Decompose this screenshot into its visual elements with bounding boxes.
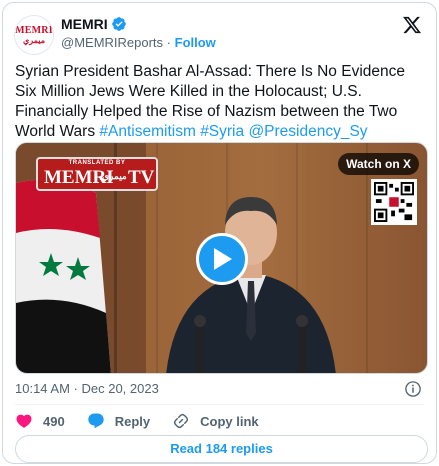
tweet-card: MEMRI ميمري MEMRI @MEMRIReports · Follow…	[2, 2, 437, 464]
reply-label: Reply	[114, 413, 151, 429]
link-icon	[173, 413, 189, 429]
hashtag-antisemitism[interactable]: #Antisemitism	[99, 123, 195, 140]
memri-tv-logo: TRANSLATED BY MEMRI ميمري TV	[36, 157, 158, 191]
read-replies-button[interactable]: Read 184 replies	[15, 435, 428, 463]
video-player[interactable]: TRANSLATED BY MEMRI ميمري TV Watch on X	[15, 142, 428, 374]
like-button[interactable]: 490	[15, 412, 65, 430]
hashtag-syria[interactable]: #Syria	[200, 123, 244, 140]
copy-link-label: Copy link	[200, 413, 259, 429]
tweet-text: Syrian President Bashar Al-Assad: There …	[15, 62, 430, 142]
reply-button[interactable]: Reply	[87, 412, 150, 430]
avatar[interactable]: MEMRI ميمري	[14, 15, 54, 55]
speaker-image	[166, 197, 336, 373]
reply-icon	[88, 413, 104, 429]
copy-link-button[interactable]: Copy link	[172, 412, 259, 430]
play-icon	[214, 248, 232, 270]
logo-tv: TV	[128, 167, 155, 188]
heart-icon	[16, 414, 32, 428]
logo-arabic: ميمري	[102, 171, 127, 181]
mention-presidency[interactable]: @Presidency_Sy	[248, 123, 367, 140]
x-logo-icon[interactable]	[402, 15, 422, 35]
avatar-logo-text: MEMRI	[15, 24, 53, 36]
tweet-timestamp[interactable]: 10:14 AM · Dec 20, 2023	[15, 381, 159, 397]
author-name[interactable]: MEMRI	[61, 15, 108, 33]
verified-badge-icon	[111, 17, 126, 31]
like-count: 490	[43, 413, 65, 429]
logo-translated-by: TRANSLATED BY	[68, 160, 126, 166]
author-name-row: MEMRI	[61, 15, 127, 33]
divider	[15, 404, 424, 405]
author-handle[interactable]: @MEMRIReports	[61, 35, 163, 50]
follow-button[interactable]: Follow	[175, 35, 216, 50]
info-icon[interactable]	[404, 380, 422, 398]
avatar-logo-arabic: ميمري	[23, 35, 45, 45]
qr-code-icon	[371, 179, 417, 225]
action-bar: 490 Reply Copy link	[15, 411, 281, 431]
handle-row: @MEMRIReports · Follow	[61, 35, 216, 51]
play-button[interactable]	[196, 233, 248, 285]
watch-on-x-button[interactable]: Watch on X	[338, 153, 419, 175]
separator-dot: ·	[166, 35, 172, 50]
